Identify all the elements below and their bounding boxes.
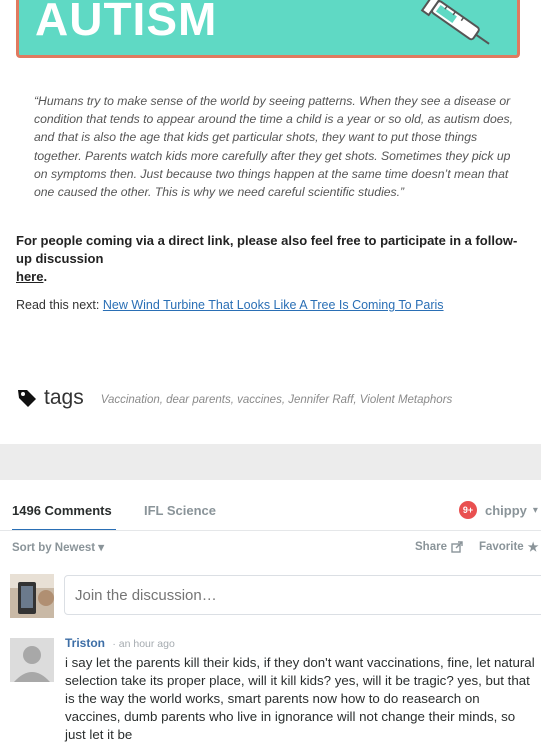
- tags-row: tags Vaccination, dear parents, vaccines…: [16, 386, 452, 410]
- comments-header: 1496 Comments IFL Science 9+ chippy ▾: [0, 480, 541, 531]
- tab-community[interactable]: IFL Science: [144, 503, 216, 518]
- article-quote: “Humans try to make sense of the world b…: [34, 94, 513, 200]
- tag-icon: [18, 390, 36, 407]
- comment-meta: Triston · an hour ago: [65, 636, 175, 650]
- here-period: .: [43, 269, 48, 284]
- direct-link-note: For people coming via a direct link, ple…: [16, 232, 531, 286]
- tags-label: tags: [44, 386, 84, 409]
- avatar-image: [10, 574, 54, 618]
- chevron-down-icon[interactable]: ▾: [533, 505, 538, 516]
- default-avatar-icon: [10, 638, 54, 682]
- read-next: Read this next: New Wind Turbine That Lo…: [16, 298, 444, 312]
- username[interactable]: chippy: [485, 503, 527, 518]
- tags-list[interactable]: Vaccination, dear parents, vaccines, Jen…: [101, 394, 453, 406]
- syringe-icon: [420, 0, 490, 45]
- comment-timestamp[interactable]: · an hour ago: [112, 638, 174, 650]
- header-divider: [0, 530, 541, 531]
- favorite-button[interactable]: Favorite: [479, 541, 524, 553]
- banner-title: AUTISM: [35, 0, 218, 45]
- avatar[interactable]: [10, 574, 54, 618]
- star-icon[interactable]: ★: [528, 540, 539, 554]
- sort-dropdown[interactable]: Sort by Newest ▾: [12, 540, 104, 554]
- here-link[interactable]: here: [16, 269, 43, 284]
- share-icon[interactable]: [451, 541, 463, 553]
- comment-body: i say let the parents kill their kids, i…: [65, 655, 535, 742]
- comment-input[interactable]: [64, 575, 541, 615]
- direct-link-note-text: For people coming via a direct link, ple…: [16, 233, 518, 266]
- user-menu[interactable]: 9+ chippy ▾: [459, 501, 538, 519]
- avatar[interactable]: [10, 638, 54, 682]
- article-banner-image: AUTISM: [16, 0, 520, 58]
- notification-badge[interactable]: 9+: [459, 501, 477, 519]
- tab-comments[interactable]: 1496 Comments: [12, 503, 112, 518]
- read-next-link[interactable]: New Wind Turbine That Looks Like A Tree …: [103, 298, 444, 312]
- share-favorite-row: Share Favorite ★: [415, 540, 538, 554]
- read-next-label: Read this next:: [16, 298, 100, 312]
- share-button[interactable]: Share: [415, 541, 447, 553]
- comment-author[interactable]: Triston: [65, 636, 105, 650]
- section-divider: [0, 444, 541, 480]
